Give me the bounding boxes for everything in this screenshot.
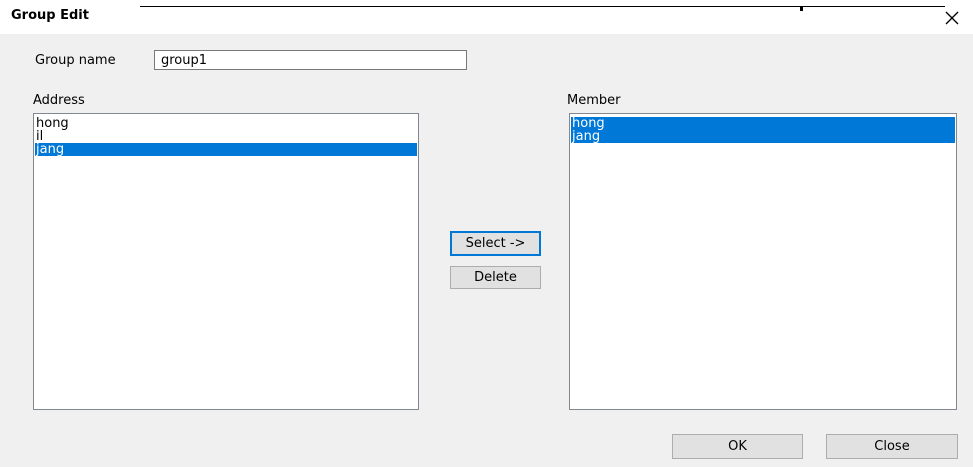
window-title: Group Edit	[11, 8, 89, 23]
ok-button[interactable]: OK	[672, 434, 803, 459]
member-item-jang[interactable]: jang	[571, 130, 955, 143]
delete-button[interactable]: Delete	[450, 266, 541, 289]
member-listbox[interactable]: hong jang	[569, 113, 957, 410]
group-name-label: Group name	[35, 53, 116, 68]
title-divider	[140, 6, 945, 7]
group-name-input[interactable]	[154, 50, 467, 70]
select-button[interactable]: Select ->	[450, 231, 541, 256]
address-item-hong[interactable]: hong	[35, 117, 417, 130]
title-bar: Group Edit	[0, 0, 973, 34]
address-item-il[interactable]: il	[35, 130, 417, 143]
address-label: Address	[33, 93, 85, 108]
close-button[interactable]: Close	[826, 434, 958, 459]
member-label: Member	[567, 93, 621, 108]
address-item-jang[interactable]: jang	[35, 143, 417, 156]
close-icon[interactable]	[942, 8, 962, 28]
address-listbox[interactable]: hong il jang	[33, 113, 419, 410]
member-item-hong[interactable]: hong	[571, 117, 955, 130]
title-marker	[800, 6, 803, 11]
